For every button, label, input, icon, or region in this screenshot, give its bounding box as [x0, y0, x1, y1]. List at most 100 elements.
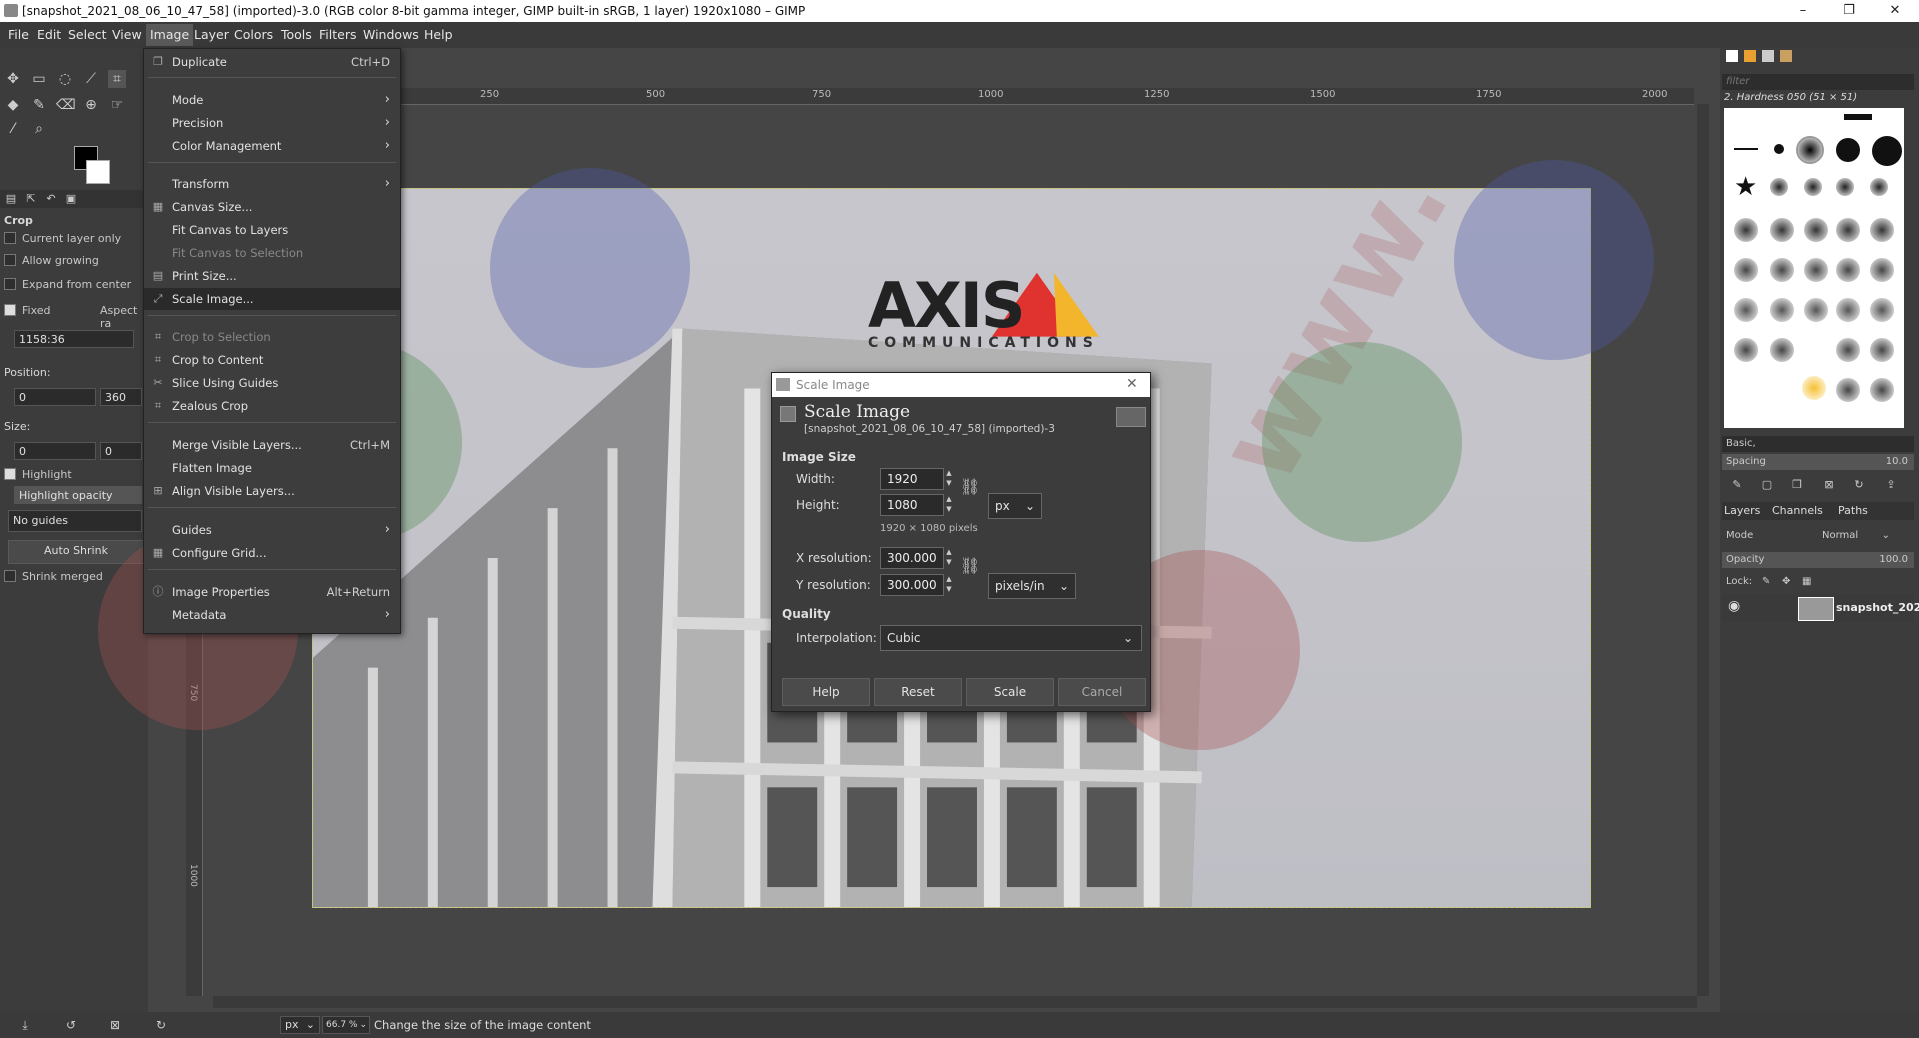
- move-tool-icon[interactable]: ✥: [4, 70, 22, 88]
- edit-brush-icon[interactable]: ✎: [1728, 476, 1746, 494]
- height-spin-icon[interactable]: ▲ ▼: [944, 494, 954, 516]
- fixed-option[interactable]: Fixed: [4, 304, 51, 317]
- expand-from-center-option[interactable]: Expand from center: [4, 278, 131, 291]
- menu-colors[interactable]: Colors: [234, 27, 273, 42]
- save-tool-preset-icon[interactable]: ⤓: [16, 1016, 34, 1034]
- scale-button[interactable]: Scale: [966, 678, 1054, 706]
- size-unit-dropdown[interactable]: px ⌄: [988, 493, 1042, 519]
- lock-alpha-icon[interactable]: ▦: [1802, 574, 1811, 590]
- vertical-scrollbar[interactable]: [1697, 104, 1709, 996]
- width-input[interactable]: 1920: [880, 468, 944, 490]
- new-brush-icon[interactable]: ▢: [1758, 476, 1776, 494]
- menu-select[interactable]: Select: [68, 27, 107, 42]
- menu-layer[interactable]: Layer: [194, 27, 229, 42]
- menu-view[interactable]: View: [112, 27, 142, 42]
- menu-help[interactable]: Help: [424, 27, 453, 42]
- menu-item-image-properties[interactable]: ⓘ Image Properties Alt+Return: [144, 581, 400, 603]
- help-button[interactable]: Help: [782, 678, 870, 706]
- smudge-tool-icon[interactable]: ☞: [108, 96, 126, 114]
- horizontal-scrollbar[interactable]: [213, 996, 1697, 1008]
- y-resolution-spin-icon[interactable]: ▲ ▼: [944, 574, 954, 596]
- shrink-merged-option[interactable]: Shrink merged: [4, 570, 103, 583]
- allow-growing-option[interactable]: Allow growing: [4, 254, 99, 267]
- menu-item-canvas-size[interactable]: ▦ Canvas Size...: [144, 196, 400, 218]
- menu-edit[interactable]: Edit: [37, 27, 61, 42]
- menu-item-configure-grid[interactable]: ▦ Configure Grid...: [144, 542, 400, 564]
- menu-item-print-size[interactable]: ▤ Print Size...: [144, 265, 400, 287]
- layer-opacity-slider[interactable]: Opacity 100.0: [1722, 552, 1914, 568]
- open-brush-as-image-icon[interactable]: ⇪: [1882, 476, 1900, 494]
- menu-tools[interactable]: Tools: [281, 27, 312, 42]
- chain-link-icon[interactable]: ⛓: [960, 477, 980, 496]
- patterns-tab-icon[interactable]: [1744, 50, 1756, 62]
- dialog-titlebar[interactable]: Scale Image ✕: [772, 373, 1150, 397]
- height-input[interactable]: 1080: [880, 494, 944, 516]
- menu-item-color-management[interactable]: Color Management ›: [144, 135, 400, 157]
- menu-item-transform[interactable]: Transform ›: [144, 173, 400, 195]
- layer-mode-row[interactable]: Mode Normal ⌄: [1722, 528, 1914, 544]
- images-tab-icon[interactable]: ▣: [62, 190, 80, 208]
- menu-item-zealous-crop[interactable]: ⌗ Zealous Crop: [144, 395, 400, 417]
- menu-file[interactable]: File: [8, 27, 29, 42]
- delete-tool-preset-icon[interactable]: ⊠: [106, 1016, 124, 1034]
- menu-item-scale-image[interactable]: ⤢ Scale Image...: [144, 288, 400, 310]
- menu-item-mode[interactable]: Mode ›: [144, 89, 400, 111]
- menu-image[interactable]: Image: [146, 24, 194, 46]
- spacing-slider[interactable]: Spacing 10.0: [1722, 454, 1914, 470]
- aspect-ratio-dropdown[interactable]: Aspect ra: [100, 304, 148, 330]
- size-w-field[interactable]: 0: [14, 442, 96, 460]
- menu-filters[interactable]: Filters: [319, 27, 356, 42]
- refresh-brushes-icon[interactable]: ↻: [1850, 476, 1868, 494]
- brush-filter-input[interactable]: filter: [1722, 74, 1914, 90]
- brush-set-dropdown[interactable]: Basic,: [1722, 436, 1914, 452]
- menu-item-metadata[interactable]: Metadata ›: [144, 604, 400, 626]
- position-y-field[interactable]: 360: [100, 388, 142, 406]
- x-resolution-spin-icon[interactable]: ▲ ▼: [944, 547, 954, 569]
- statusbar-unit-dropdown[interactable]: px ⌄: [280, 1016, 320, 1034]
- chain-link-icon[interactable]: ⛓: [960, 556, 980, 575]
- restore-tool-preset-icon[interactable]: ↺: [62, 1016, 80, 1034]
- undo-history-tab-icon[interactable]: ↶: [42, 190, 60, 208]
- minimize-button[interactable]: –: [1780, 0, 1826, 22]
- menu-item-fit-canvas-to-layers[interactable]: Fit Canvas to Layers: [144, 219, 400, 241]
- menu-item-precision[interactable]: Precision ›: [144, 112, 400, 134]
- crop-tool-icon[interactable]: ⌗: [108, 70, 126, 88]
- background-color-swatch[interactable]: [86, 160, 110, 184]
- cancel-button[interactable]: Cancel: [1058, 678, 1146, 706]
- menu-item-duplicate[interactable]: ❐ Duplicate Ctrl+D: [144, 51, 400, 73]
- x-resolution-input[interactable]: 300.000: [880, 547, 944, 569]
- tool-options-tab-icon[interactable]: ▤: [2, 190, 20, 208]
- fonts-tab-icon[interactable]: [1762, 50, 1774, 62]
- position-x-field[interactable]: 0: [14, 388, 96, 406]
- eraser-tool-icon[interactable]: ⌫: [56, 96, 76, 114]
- color-picker-tool-icon[interactable]: ⁄: [4, 120, 22, 138]
- rect-select-tool-icon[interactable]: ▭: [30, 70, 48, 88]
- layers-tab[interactable]: Layers: [1724, 504, 1760, 517]
- brushes-tab-icon[interactable]: [1726, 50, 1738, 62]
- resolution-unit-dropdown[interactable]: pixels/in ⌄: [988, 573, 1076, 599]
- menu-item-crop-to-content[interactable]: ⌗ Crop to Content: [144, 349, 400, 371]
- paths-tab[interactable]: Paths: [1838, 504, 1868, 517]
- size-h-field[interactable]: 0: [100, 442, 142, 460]
- reset-button[interactable]: Reset: [874, 678, 962, 706]
- maximize-button[interactable]: ❐: [1826, 0, 1872, 22]
- layer-row[interactable]: ◉ snapshot_202: [1722, 594, 1919, 622]
- menu-item-slice-using-guides[interactable]: ✂ Slice Using Guides: [144, 372, 400, 394]
- interpolation-dropdown[interactable]: Cubic ⌄: [880, 625, 1142, 651]
- guides-dropdown[interactable]: No guides: [8, 510, 142, 532]
- highlight-opacity-slider[interactable]: Highlight opacity: [14, 486, 142, 504]
- width-spin-icon[interactable]: ▲ ▼: [944, 468, 954, 490]
- lasso-tool-icon[interactable]: ◌: [56, 70, 74, 88]
- zoom-tool-icon[interactable]: ⌕: [30, 120, 48, 138]
- auto-shrink-button[interactable]: Auto Shrink: [8, 540, 144, 564]
- menu-item-align-visible-layers[interactable]: ⊞ Align Visible Layers...: [144, 480, 400, 502]
- paintbrush-tool-icon[interactable]: ✎: [30, 96, 48, 114]
- menu-item-guides[interactable]: Guides ›: [144, 519, 400, 541]
- highlight-option[interactable]: Highlight: [4, 468, 72, 481]
- lock-position-icon[interactable]: ✥: [1782, 574, 1790, 590]
- y-resolution-input[interactable]: 300.000: [880, 574, 944, 596]
- lock-pixels-icon[interactable]: ✎: [1762, 574, 1770, 590]
- menu-item-flatten-image[interactable]: Flatten Image: [144, 457, 400, 479]
- dialog-close-icon[interactable]: ✕: [1126, 376, 1138, 392]
- eye-visibility-icon[interactable]: ◉: [1728, 598, 1740, 614]
